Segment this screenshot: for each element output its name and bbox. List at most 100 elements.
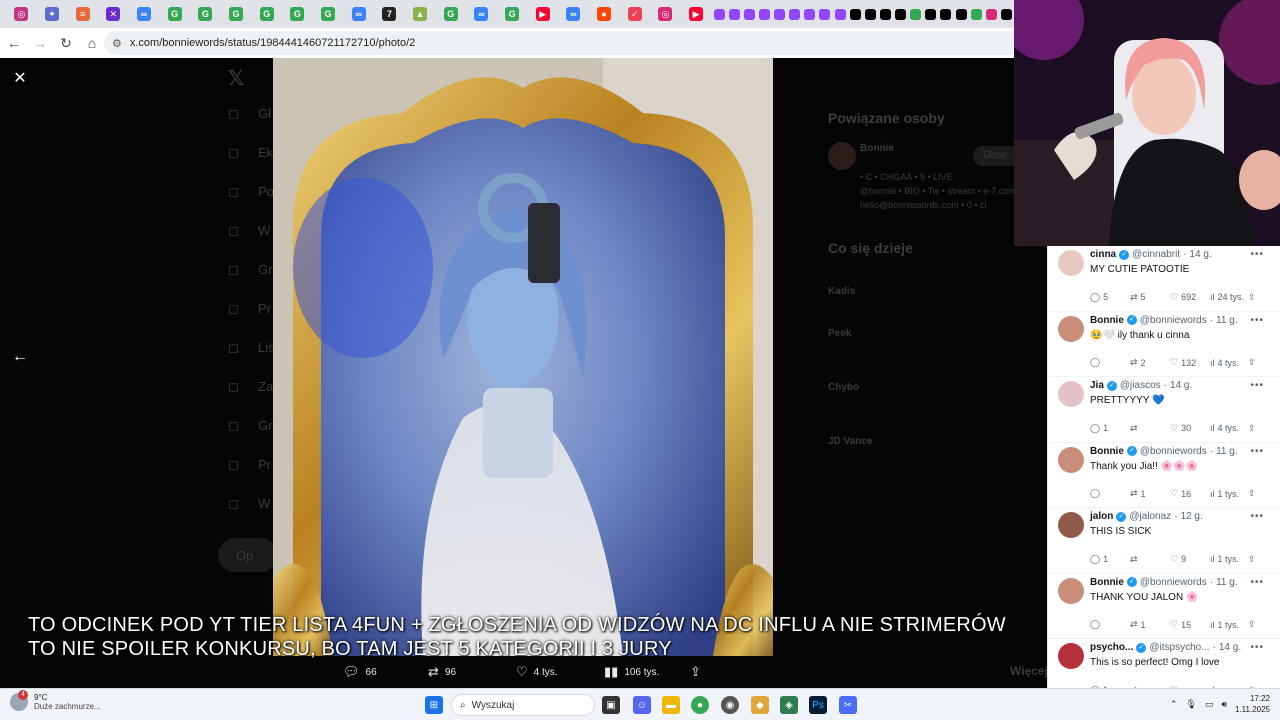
reply-handle[interactable]: @bonniewords [1140, 315, 1207, 326]
repost-action[interactable]: ⇄ 96 [428, 656, 456, 688]
reply-item[interactable]: Bonnie ✓ @bonniewords · 11 g. ••• 🥹🤍 ily… [1048, 312, 1280, 377]
reply-time[interactable]: 11 g. [1216, 315, 1238, 326]
browser-tab[interactable]: G [159, 3, 190, 25]
browser-tab[interactable]: ✓ [619, 3, 650, 25]
reply-action[interactable]: ◯ [1090, 619, 1130, 630]
browser-tab[interactable]: ▲ [405, 3, 436, 25]
views-action[interactable]: ıl 24 tys. [1210, 292, 1248, 303]
share-icon[interactable]: ⇪ [1248, 357, 1258, 368]
previous-photo-button[interactable]: ← [8, 345, 32, 369]
chrome-icon[interactable]: ● [691, 696, 709, 714]
views-action[interactable]: ıl 4 tys. [1210, 423, 1248, 434]
reply-time[interactable]: 11 g. [1216, 446, 1238, 457]
repost-action[interactable]: ⇄ [1130, 423, 1170, 434]
reload-icon[interactable]: ↻ [54, 31, 78, 55]
browser-tab[interactable]: ▶ [681, 3, 712, 25]
views-action[interactable]: ıl 4 tys. [1210, 357, 1248, 368]
reply-author[interactable]: Bonnie [1090, 446, 1124, 457]
browser-tab[interactable] [832, 3, 847, 25]
browser-tab[interactable]: ≡ [67, 3, 98, 25]
browser-tab[interactable]: ✦ [37, 3, 68, 25]
more-options-icon[interactable]: ••• [1250, 577, 1264, 588]
browser-tab[interactable] [848, 3, 863, 25]
reply-action[interactable]: ◯ 5 [1090, 292, 1130, 303]
browser-tab[interactable]: ◎ [6, 3, 37, 25]
browser-tab[interactable] [727, 3, 742, 25]
repost-action[interactable]: ⇄ [1130, 554, 1170, 565]
browser-tab[interactable] [999, 3, 1014, 25]
avatar[interactable] [1058, 250, 1084, 276]
browser-tab[interactable]: G [221, 3, 252, 25]
share-icon[interactable]: ⇪ [1248, 292, 1258, 303]
reply-handle[interactable]: @bonniewords [1140, 577, 1207, 588]
reply-item[interactable]: Bonnie ✓ @bonniewords · 11 g. ••• Thank … [1048, 443, 1280, 508]
reply-action[interactable]: 💬︎ 66 [343, 656, 377, 688]
reply-item[interactable]: psycho... ✓ @itspsycho... · 14 g. ••• Th… [1048, 639, 1280, 688]
browser-tab[interactable] [908, 3, 923, 25]
photoshop-icon[interactable]: Ps [809, 696, 827, 714]
taskbar-search[interactable]: ⌕ Wyszukaj [451, 694, 595, 716]
browser-tab[interactable]: G [435, 3, 466, 25]
reply-author[interactable]: Bonnie [1090, 577, 1124, 588]
browser-tab[interactable] [757, 3, 772, 25]
repost-action[interactable]: ⇄ 5 [1130, 292, 1170, 303]
repost-action[interactable]: ⇄ 1 [1130, 619, 1170, 630]
reply-action[interactable]: ◯ [1090, 488, 1130, 499]
browser-tab[interactable] [787, 3, 802, 25]
more-options-icon[interactable]: ••• [1250, 249, 1264, 260]
discord-icon[interactable]: ☺ [633, 696, 651, 714]
avatar[interactable] [1058, 577, 1084, 604]
browser-tab[interactable]: ∞ [558, 3, 589, 25]
avatar[interactable] [1058, 512, 1084, 538]
browser-tab[interactable] [817, 3, 832, 25]
browser-tab[interactable]: ▶ [527, 3, 558, 25]
browser-tab[interactable] [893, 3, 908, 25]
app-icon-green[interactable]: ◈ [780, 696, 798, 714]
snipping-tool-icon[interactable]: ✂ [839, 696, 857, 714]
mic-icon[interactable]: 🎙︎ [1185, 699, 1196, 710]
browser-tab[interactable]: ✕ [98, 3, 129, 25]
reply-time[interactable]: 11 g. [1216, 577, 1238, 588]
back-icon[interactable]: ← [2, 31, 26, 55]
more-options-icon[interactable]: ••• [1250, 642, 1264, 653]
reply-time[interactable]: 14 g. [1170, 380, 1192, 391]
like-action[interactable]: ♡ 15 [1170, 619, 1210, 630]
browser-tab[interactable] [938, 3, 953, 25]
browser-tab[interactable]: ◎ [650, 3, 681, 25]
browser-tab[interactable]: G [190, 3, 221, 25]
forward-icon[interactable]: → [28, 31, 52, 55]
browser-tab[interactable]: G [313, 3, 344, 25]
reply-handle[interactable]: @cinnabrit [1132, 249, 1180, 260]
reply-action[interactable]: ◯ [1090, 357, 1130, 368]
site-info-icon[interactable]: ⚙ [112, 37, 122, 50]
obs-icon[interactable]: ◉ [721, 696, 739, 714]
avatar[interactable] [1058, 643, 1084, 669]
share-icon[interactable]: ⇪ [1248, 488, 1258, 499]
task-view-icon[interactable]: ▣ [602, 696, 620, 714]
network-icon[interactable]: ▭ [1205, 699, 1214, 710]
browser-tab[interactable] [953, 3, 968, 25]
reply-item[interactable]: Jia ✓ @jiascos · 14 g. ••• PRETTYYYY 💙 ◯… [1048, 377, 1280, 443]
browser-tab[interactable] [742, 3, 757, 25]
reply-time[interactable]: 14 g. [1219, 642, 1241, 653]
app-icon-orange[interactable]: ◆ [751, 696, 769, 714]
views-action[interactable]: ıl 1 tys. [1210, 554, 1248, 565]
file-explorer-icon[interactable]: ▬ [662, 696, 680, 714]
reply-author[interactable]: cinna [1090, 249, 1116, 260]
avatar[interactable] [1058, 315, 1084, 342]
url-input[interactable]: ⚙ x.com/bonniewords/status/1984441460721… [104, 31, 1014, 55]
reply-author[interactable]: Bonnie [1090, 315, 1124, 326]
browser-tab[interactable] [923, 3, 938, 25]
reply-handle[interactable]: @jalonaz [1129, 511, 1171, 522]
browser-tab[interactable]: ● [589, 3, 620, 25]
like-action[interactable]: ♡ 9 [1170, 554, 1210, 565]
reply-time[interactable]: 12 g. [1181, 511, 1203, 522]
browser-tab[interactable] [802, 3, 817, 25]
browser-tab[interactable]: ∞ [466, 3, 497, 25]
browser-tab[interactable] [711, 3, 726, 25]
reply-handle[interactable]: @bonniewords [1140, 446, 1207, 457]
views-action[interactable]: ıl 1 tys. [1210, 619, 1248, 630]
browser-tab[interactable] [984, 3, 999, 25]
like-action[interactable]: ♡ 16 [1170, 488, 1210, 499]
views-action[interactable]: ıl 1 tys. [1210, 488, 1248, 499]
